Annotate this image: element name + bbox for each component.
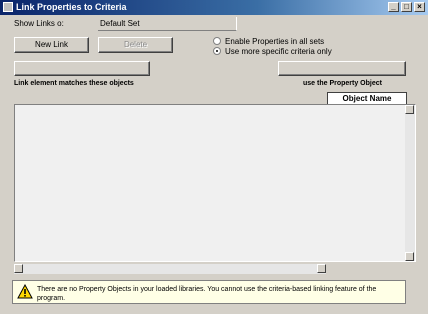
show-links-label: Show Links o: <box>14 19 64 28</box>
title-bar[interactable]: Link Properties to Criteria _ □ × <box>0 0 428 15</box>
radio-all-sets[interactable] <box>213 37 221 45</box>
warning-message: There are no Property Objects in your lo… <box>12 280 406 304</box>
property-object-button[interactable] <box>278 61 406 76</box>
property-object-caption: use the Property Object <box>303 80 382 87</box>
close-icon[interactable]: × <box>414 2 425 12</box>
horizontal-scrollbar[interactable] <box>14 264 326 274</box>
maximize-icon[interactable]: □ <box>401 2 412 12</box>
app-icon[interactable] <box>3 2 13 12</box>
window-title: Link Properties to Criteria <box>16 2 127 12</box>
new-link-button[interactable]: New Link <box>14 37 89 53</box>
link-set-field[interactable]: Default Set <box>98 17 237 31</box>
option-all-sets-label: Enable Properties in all sets <box>225 37 325 46</box>
delete-link-button[interactable]: Delete <box>98 37 173 53</box>
scroll-left-icon[interactable] <box>14 264 23 273</box>
radio-specific[interactable] <box>213 47 221 55</box>
option-specific-label: Use more specific criteria only <box>225 47 332 56</box>
warning-text: There are no Property Objects in your lo… <box>37 286 377 302</box>
scroll-up-icon[interactable] <box>405 105 414 114</box>
criteria-list[interactable] <box>14 104 416 262</box>
minimize-icon[interactable]: _ <box>388 2 399 12</box>
link-element-caption: Link element matches these objects <box>14 80 134 87</box>
scroll-right-icon[interactable] <box>317 264 326 273</box>
link-set-value: Default Set <box>100 19 140 28</box>
link-objects-button[interactable] <box>14 61 150 76</box>
vertical-scrollbar[interactable] <box>405 105 415 261</box>
warning-icon <box>17 284 33 299</box>
scroll-down-icon[interactable] <box>405 252 414 261</box>
